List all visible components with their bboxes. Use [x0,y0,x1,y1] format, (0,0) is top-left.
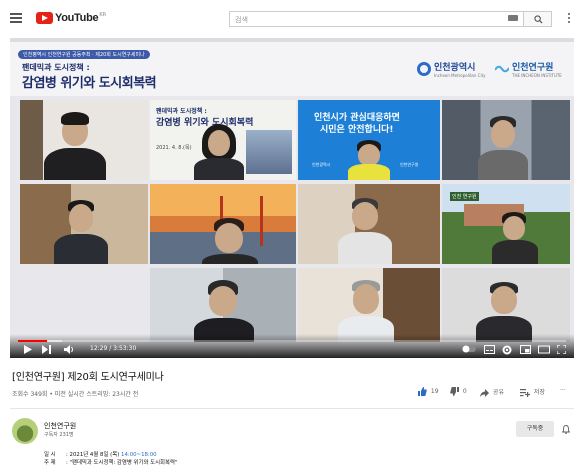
share-button[interactable]: 공유 [480,387,504,397]
search-input[interactable]: 검색 [229,11,524,27]
participant-tile-active: 팬데믹과 도시정책 : 감염병 위기와 도시회복력 2021. 4. 8.(목) [150,100,296,180]
player-controls: 12:29 / 3:53:30 [10,334,574,358]
theater-mode-icon[interactable] [538,345,550,354]
banner-org2: 인천연구원 [400,162,419,167]
video-title: [인천연구원] 제20회 도시연구세미나 [12,372,164,383]
subscribed-button[interactable]: 구독중 [516,421,554,437]
description-topic-row: 주 제 : "팬데믹과 도시정책: 감염병 위기와 도시회복력" [44,459,177,467]
volume-icon[interactable] [64,345,75,354]
miniplayer-icon[interactable] [520,345,531,354]
keyboard-icon[interactable] [508,15,518,21]
participant-tile: 인천 연구원 [442,184,570,264]
played-bar [18,340,48,342]
participant-tile [20,184,148,264]
more-actions-button[interactable]: ··· [560,387,566,394]
banner-strip [10,38,574,42]
play-icon[interactable] [24,345,32,354]
seminar-tagline: 인천평역시 인천연구원 공동주최 · 제20회 도시연구세미나 [18,50,150,59]
participant-tile: 인천시가 관심대응하면 시민은 안전합니다! 인천광역시 인천연구원 [298,100,440,180]
slide-title2: 감염병 위기와 도시회복력 [156,118,254,128]
banner-line2: 시민은 안전합니다! [320,125,394,135]
participant-tile [20,100,148,180]
channel-name[interactable]: 인천연구원 [44,421,76,431]
thumbs-down-icon [450,387,459,396]
incheon-city-logo-icon [417,62,431,76]
org1-sub: Incheon Metropolitan City [434,73,486,78]
play-logo-icon [36,12,53,24]
institute-logo-icon [495,65,509,73]
masthead: YouTube KR 검색 [0,0,579,38]
participant-tile [298,268,440,342]
autoplay-toggle-icon[interactable] [462,345,476,353]
share-icon [480,388,489,397]
participant-tile [442,100,570,180]
fullscreen-icon[interactable] [557,345,566,354]
channel-avatar[interactable] [12,418,38,444]
thumbs-up-icon [418,387,427,396]
description-date-row: 일 시 : 2021년 4월 8일 (목) 14:00~18:00 [44,451,177,459]
org2-name: 인천연구원 [512,63,554,73]
save-label: 저장 [533,389,545,396]
like-count: 19 [430,388,439,395]
topic-value: : "팬데믹과 도시정책: 감염병 위기와 도시회복력" [66,460,178,466]
date-key: 일 시 [44,452,56,458]
org-incheon-city: 인천광역시 Incheon Metropolitan City [417,60,486,78]
search-button[interactable] [524,11,552,27]
youtube-logo[interactable]: YouTube KR [36,12,106,24]
menu-icon[interactable] [10,13,22,23]
banner-org1: 인천광역시 [312,162,331,167]
sign-text: 인천 연구원 [450,192,479,201]
description: 일 시 : 2021년 4월 8일 (목) 14:00~18:00 주 제 : "팬… [44,451,177,467]
dislike-button[interactable]: 0 [450,387,467,396]
video-header-banner: 인천평역시 인천연구원 공동주최 · 제20회 도시연구세미나 팬데믹과 도시정… [10,38,574,96]
progress-bar[interactable] [18,340,566,342]
like-button[interactable]: 19 [418,387,439,396]
date-time-link[interactable]: 14:00~18:00 [121,452,157,458]
playlist-add-icon [520,388,531,397]
bridge-tower [260,196,263,246]
more-vert-icon[interactable] [568,13,570,23]
participant-tile [150,184,296,264]
video-player[interactable]: 인천평역시 인천연구원 공동주최 · 제20회 도시연구세미나 팬데믹과 도시정… [10,38,574,358]
slide-city-image [246,130,292,174]
share-label: 공유 [492,389,504,396]
subtitles-icon[interactable] [484,345,495,354]
bell-icon[interactable] [562,425,570,434]
participant-tile [150,268,296,342]
next-icon[interactable] [42,345,51,354]
save-button[interactable]: 저장 [520,387,545,397]
time-display: 12:29 / 3:53:30 [90,345,137,352]
participant-tile [442,268,570,342]
video-meta: 조회수 349회 • 미전 실시간 스트리밍: 23시간 전 [12,391,139,398]
settings-icon[interactable] [502,345,512,355]
logo-text: YouTube [55,12,99,24]
dislike-count: 0 [462,388,467,395]
org-incheon-institute: 인천연구원 THE INCHEON INSTITUTE [495,60,562,78]
seminar-title-line2: 감염병 위기와 도시회복력 [22,76,157,91]
divider [10,408,574,409]
topic-key: 주 제 [44,460,56,466]
logo-suffix: KR [99,12,107,18]
org2-sub: THE INCHEON INSTITUTE [512,73,562,78]
slide-date: 2021. 4. 8.(목) [156,145,192,151]
participant-tile [298,184,440,264]
slide-title1: 팬데믹과 도시정책 : [156,108,207,115]
org1-name: 인천광역시 [434,63,476,73]
search-icon [534,15,543,24]
date-value: : 2021년 4월 8일 (목) [66,452,120,458]
subscriber-count: 구독자 231명 [44,432,74,438]
